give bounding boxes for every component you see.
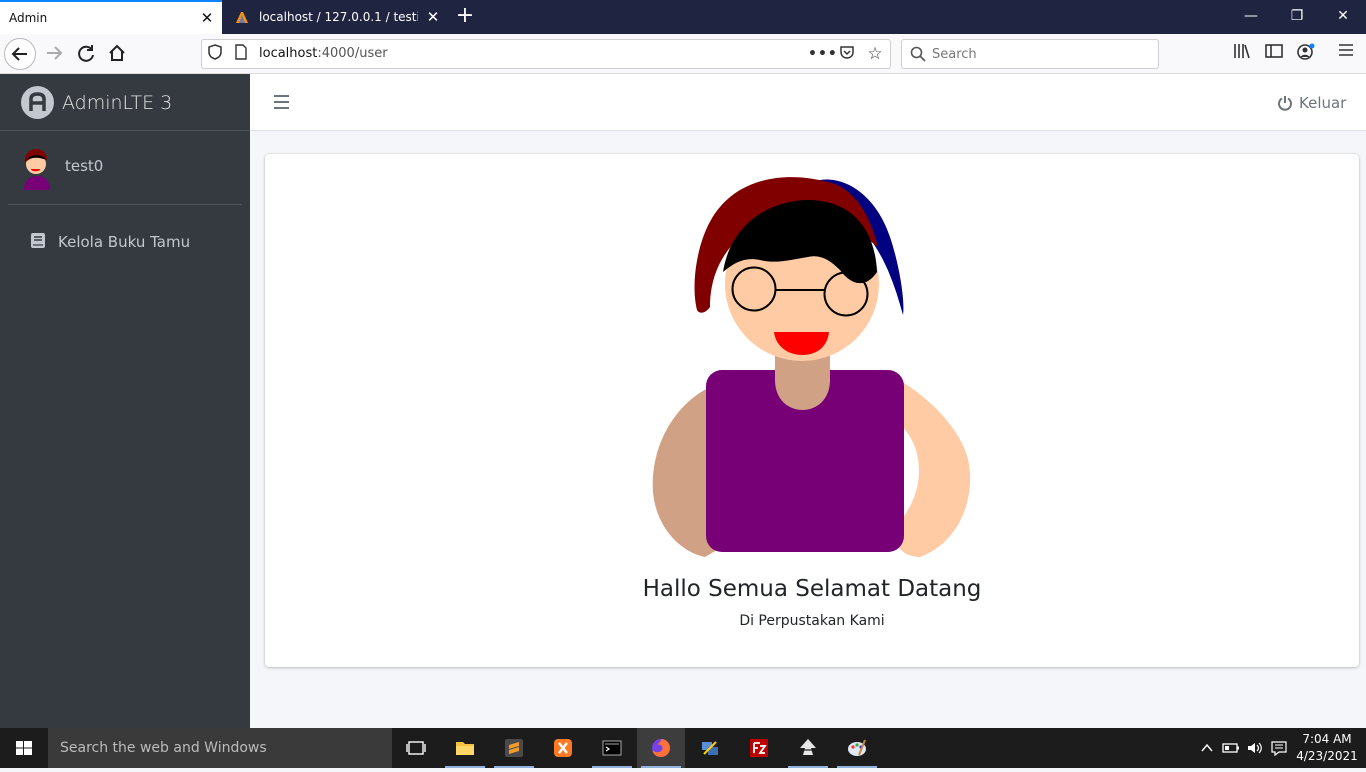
sidebar-icon[interactable] xyxy=(1262,43,1286,65)
minimize-icon[interactable]: — xyxy=(1228,0,1274,34)
close-tab-icon[interactable]: ✕ xyxy=(192,9,222,27)
chevron-up-icon[interactable] xyxy=(1198,739,1216,757)
new-tab-button[interactable]: + xyxy=(452,4,478,30)
shield-icon[interactable] xyxy=(204,44,226,66)
star-icon[interactable]: ☆ xyxy=(864,44,886,66)
task-view-icon[interactable] xyxy=(392,728,440,768)
logout-button[interactable]: Keluar xyxy=(1277,93,1346,113)
paint-icon[interactable] xyxy=(833,728,881,768)
filezilla-icon[interactable] xyxy=(735,728,783,768)
adminlte-logo-icon xyxy=(21,86,54,119)
page-icon[interactable] xyxy=(230,44,252,66)
taskbar-search-placeholder: Search the web and Windows xyxy=(60,740,267,756)
reload-icon[interactable] xyxy=(70,38,102,70)
forward-icon[interactable] xyxy=(38,38,70,70)
avatar xyxy=(24,149,50,190)
brand-link[interactable]: AdminLTE 3 xyxy=(0,74,250,131)
windows-start-icon[interactable] xyxy=(0,728,48,768)
search-icon xyxy=(910,46,926,62)
sublime-text-icon[interactable] xyxy=(490,728,538,768)
welcome-subtitle: Di Perpustakan Kami xyxy=(739,613,885,629)
close-tab-icon[interactable]: ✕ xyxy=(418,8,448,26)
tab-phpmyadmin[interactable]: localhost / 127.0.0.1 / testing / ✕ xyxy=(222,0,448,34)
menu-icon[interactable] xyxy=(1334,43,1358,65)
welcome-title: Hallo Semua Selamat Datang xyxy=(642,576,982,602)
url-text[interactable]: localhost:4000/user xyxy=(259,46,388,61)
library-icon[interactable] xyxy=(1230,43,1254,65)
windows-taskbar: Search the web and Windows 7:04 AM 4/23/… xyxy=(0,728,1366,768)
power-icon xyxy=(1278,96,1292,111)
file-explorer-icon[interactable] xyxy=(441,728,489,768)
command-prompt-icon[interactable] xyxy=(588,728,636,768)
restore-icon[interactable]: ❐ xyxy=(1274,0,1320,34)
search-placeholder: Search xyxy=(932,47,977,62)
battery-icon[interactable] xyxy=(1222,739,1240,757)
search-input[interactable]: Search xyxy=(901,39,1159,69)
tab-label: localhost / 127.0.0.1 / testing / xyxy=(259,10,418,24)
back-icon[interactable] xyxy=(4,38,36,70)
account-icon[interactable] xyxy=(1294,43,1318,65)
pocket-icon[interactable] xyxy=(836,44,858,66)
more-icon[interactable]: ••• xyxy=(808,44,837,66)
book-icon xyxy=(31,233,45,248)
taskbar-search-input[interactable]: Search the web and Windows xyxy=(48,728,392,768)
user-panel[interactable]: test0 xyxy=(8,131,242,205)
firefox-icon[interactable] xyxy=(637,728,685,768)
xampp-icon[interactable] xyxy=(539,728,587,768)
tab-label: Admin xyxy=(9,11,48,25)
close-window-icon[interactable]: ✕ xyxy=(1320,0,1366,34)
inkscape-icon[interactable] xyxy=(784,728,832,768)
phpmyadmin-icon xyxy=(236,12,248,23)
clock-time: 7:04 AM xyxy=(1302,732,1352,746)
browser-tab-bar: Admin ✕ localhost / 127.0.0.1 / testing … xyxy=(0,0,1366,34)
main-sidebar: AdminLTE 3 test0 Kelola Buku Tamu xyxy=(0,74,250,728)
url-bar[interactable]: localhost:4000/user ••• ☆ xyxy=(201,39,891,69)
user-name[interactable]: test0 xyxy=(65,157,103,175)
taskbar-clock[interactable]: 7:04 AM 4/23/2021 xyxy=(1296,731,1358,765)
sidebar-item-label: Kelola Buku Tamu xyxy=(58,233,191,251)
logout-label: Keluar xyxy=(1299,94,1347,112)
welcome-card: Hallo Semua Selamat Datang Di Perpustaka… xyxy=(265,154,1359,667)
brand-text: AdminLTE 3 xyxy=(62,92,173,114)
top-navbar: Keluar xyxy=(250,74,1366,131)
home-icon[interactable] xyxy=(101,38,133,70)
browser-toolbar: localhost:4000/user ••• ☆ Search xyxy=(0,34,1366,74)
volume-icon[interactable] xyxy=(1246,739,1264,757)
action-center-icon[interactable] xyxy=(1270,739,1288,757)
sidebar-item-kelola-buku-tamu[interactable]: Kelola Buku Tamu xyxy=(8,224,242,260)
network-app-icon[interactable] xyxy=(686,728,734,768)
character-illustration xyxy=(652,177,971,557)
pushmenu-hamburger-icon[interactable] xyxy=(274,95,289,109)
tab-admin[interactable]: Admin ✕ xyxy=(0,0,222,34)
clock-date: 4/23/2021 xyxy=(1296,749,1358,763)
